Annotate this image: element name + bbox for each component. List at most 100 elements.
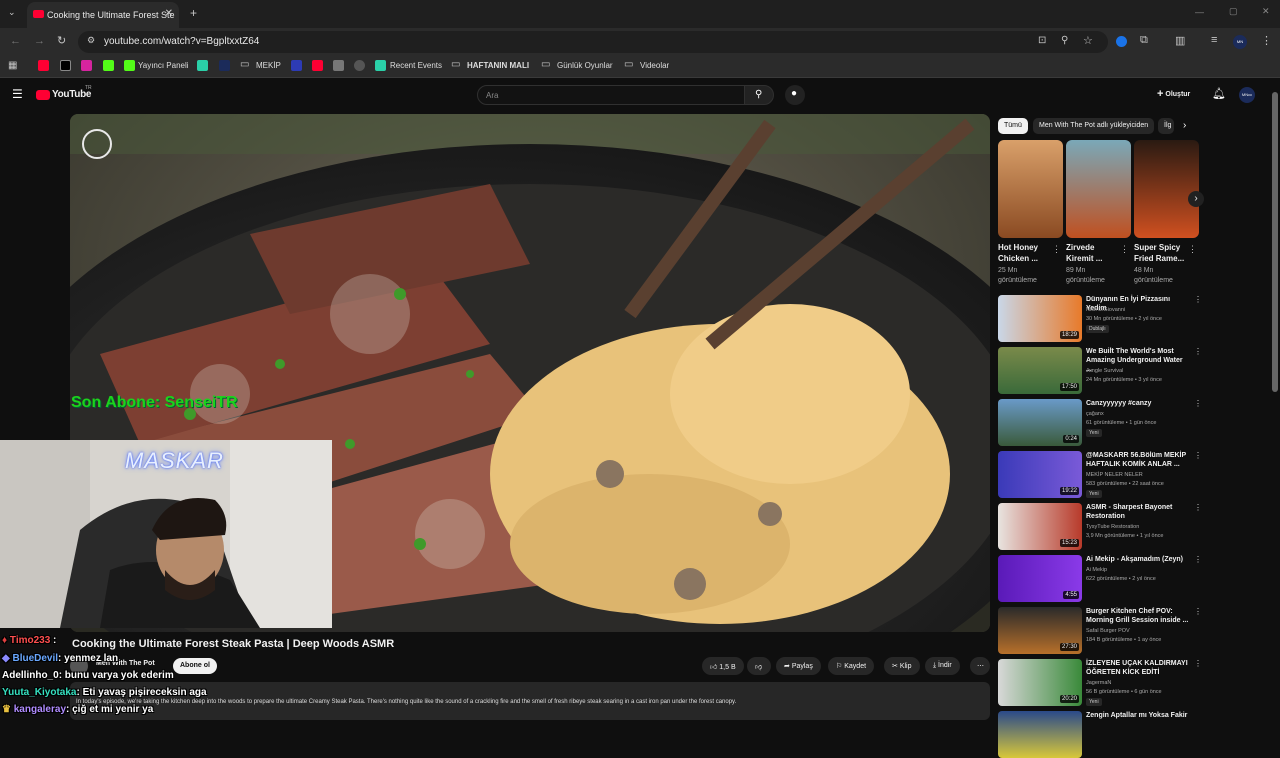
more-actions-button[interactable]: ⋯ (970, 657, 990, 675)
close-window-icon[interactable]: ✕ (1262, 6, 1270, 17)
chip-related[interactable]: İlg (1158, 118, 1174, 134)
create-button[interactable]: + Oluştur (1157, 88, 1190, 100)
bookmark-videolar[interactable]: Videolar (640, 61, 669, 70)
more-options-icon[interactable]: ⋮ (1120, 244, 1129, 255)
bookmark-icon-b[interactable] (219, 60, 230, 71)
channel-name[interactable]: Ai Mekip (1086, 567, 1107, 573)
bookmark-star-icon[interactable]: ☆ (1083, 34, 1093, 47)
recommended-video[interactable]: 0:24 Canzyyyyyy #canzy çağanx 61 görüntü… (998, 399, 1203, 447)
video-title[interactable]: İZLEYENE UÇAK KALDIRMAYI ÖĞRETEN KİCK ED… (1086, 659, 1190, 677)
more-options-icon[interactable]: ⋮ (1052, 244, 1061, 255)
x-bookmark-icon[interactable] (60, 60, 71, 71)
like-button[interactable]: 👍︎ 1,5 B (702, 657, 744, 675)
channel-name[interactable]: Jungle Survival (1086, 368, 1123, 374)
recommended-video[interactable]: 4:55 Ai Mekip - Akşamadım (Zeyn) Ai Meki… (998, 555, 1203, 603)
minimize-icon[interactable]: — (1195, 7, 1204, 17)
youtube-bookmark-icon[interactable] (38, 60, 49, 71)
search-button[interactable]: ⚲ (744, 85, 774, 105)
video-title[interactable]: @MASKARR 56.Bölüm MEKİP HAFTALIK KOMİK A… (1086, 451, 1190, 469)
hamburger-menu-icon[interactable]: ☰ (12, 87, 23, 101)
bookmark-icon-f[interactable] (354, 60, 365, 71)
install-icon[interactable]: ⊡ (1038, 35, 1046, 46)
reading-list-icon[interactable]: ≡ (1211, 34, 1217, 46)
bookmark-haftanin-mali[interactable]: HAFTANIN MALI (467, 61, 529, 70)
video-title[interactable]: Canzyyyyyy #canzy (1086, 399, 1190, 408)
sidepanel-icon[interactable]: ▥ (1175, 34, 1185, 47)
more-options-icon[interactable]: ⋮ (1194, 347, 1202, 356)
video-title[interactable]: Zengin Aptallar mı Yoksa Fakir (1086, 711, 1190, 720)
video-title[interactable]: ASMR - Sharpest Bayonet Restoration (1086, 503, 1190, 521)
bookmark-icon-c[interactable] (291, 60, 302, 71)
channel-name[interactable]: Nick DiGiovanni (1086, 307, 1125, 313)
chevron-right-icon[interactable]: › (1183, 120, 1186, 131)
short-thumbnail[interactable] (1134, 140, 1199, 238)
video-thumbnail[interactable] (998, 711, 1082, 758)
maximize-icon[interactable]: ▢ (1229, 6, 1238, 17)
video-thumbnail[interactable]: 18:29 (998, 295, 1082, 342)
chip-from-uploader[interactable]: Men With The Pot adlı yükleyiciden (1033, 118, 1155, 134)
page-scrollbar[interactable] (1272, 92, 1278, 392)
back-icon[interactable]: ← (10, 35, 21, 47)
notifications-bell-icon[interactable]: 🔔︎ (1212, 87, 1226, 100)
save-button[interactable]: ⚐ Kaydet (828, 657, 875, 675)
video-title[interactable]: Burger Kitchen Chef POV: Morning Grill S… (1086, 607, 1190, 625)
short-title[interactable]: Zirvede Kiremit ... (1066, 242, 1118, 264)
extension-icon[interactable] (1116, 36, 1127, 47)
video-thumbnail[interactable]: 4:55 (998, 555, 1082, 602)
bookmark-icon-a[interactable] (197, 60, 208, 71)
more-options-icon[interactable]: ⋮ (1194, 607, 1202, 616)
browser-menu-icon[interactable]: ⋮ (1261, 34, 1272, 47)
search-input[interactable]: Ara (477, 85, 745, 105)
recommended-video[interactable]: 27:30 Burger Kitchen Chef POV: Morning G… (998, 607, 1203, 655)
video-thumbnail[interactable]: 17:50 (998, 347, 1082, 394)
video-thumbnail[interactable]: 19:22 (998, 451, 1082, 498)
youtube-logo-icon[interactable] (36, 90, 50, 100)
channel-name[interactable]: Safal Burger POV (1086, 628, 1130, 634)
short-thumbnail[interactable] (998, 140, 1063, 238)
more-options-icon[interactable]: ⋮ (1194, 555, 1202, 564)
clip-button[interactable]: ✂ Klip (884, 657, 920, 675)
browser-tab[interactable]: Cooking the Ultimate Forest Ste ✕ (27, 2, 179, 28)
video-thumbnail[interactable]: 20:20 (998, 659, 1082, 706)
shorts-next-button[interactable]: › (1188, 191, 1204, 207)
channel-name[interactable]: TysyTube Restoration (1086, 524, 1139, 530)
recommended-video[interactable]: 20:20 İZLEYENE UÇAK KALDIRMAYI ÖĞRETEN K… (998, 659, 1203, 707)
recommended-video[interactable]: 19:22 @MASKARR 56.Bölüm MEKİP HAFTALIK K… (998, 451, 1203, 499)
forward-icon[interactable]: → (34, 35, 45, 47)
chip-all[interactable]: Tümü (998, 118, 1028, 134)
reload-icon[interactable]: ↻ (57, 34, 66, 47)
voice-search-button[interactable]: ● (785, 85, 805, 105)
bookmark-recent-events[interactable]: Recent Events (390, 61, 442, 70)
bookmark-icon-d[interactable] (312, 60, 323, 71)
recommended-video[interactable]: 17:50 We Built The World's Most Amazing … (998, 347, 1203, 395)
bookmark-icon-e[interactable] (333, 60, 344, 71)
download-button[interactable]: ⤓ İndir (925, 657, 960, 675)
channel-name[interactable]: MEKİP NELER NELER (1086, 472, 1143, 478)
account-avatar[interactable]: MNcc (1239, 87, 1255, 103)
address-bar[interactable]: ⚙ youtube.com/watch?v=BgpltxxtZ64 ⊡ ⚲ ☆ (78, 31, 1108, 53)
recommended-video[interactable]: 15:23 ASMR - Sharpest Bayonet Restoratio… (998, 503, 1203, 551)
video-thumbnail[interactable]: 27:30 (998, 607, 1082, 654)
bookmark-mekip[interactable]: MEKİP (256, 61, 281, 70)
site-info-icon[interactable]: ⚙ (87, 35, 95, 46)
video-title[interactable]: Ai Mekip - Akşamadım (Zeyn) (1086, 555, 1190, 564)
instagram-bookmark-icon[interactable] (81, 60, 92, 71)
more-options-icon[interactable]: ⋮ (1194, 295, 1202, 304)
dislike-button[interactable]: 👎︎ (747, 657, 771, 675)
short-title[interactable]: Hot Honey Chicken ... (998, 242, 1050, 264)
kick-bookmark-icon[interactable] (103, 60, 114, 71)
profile-avatar[interactable]: MN (1233, 35, 1247, 49)
share-button[interactable]: ➦ Paylaş (776, 657, 821, 675)
channel-name[interactable]: JagermaN (1086, 680, 1111, 686)
apps-grid-icon[interactable]: ▦ (8, 60, 17, 71)
more-options-icon[interactable]: ⋮ (1194, 659, 1202, 668)
new-tab-icon[interactable]: + (190, 6, 197, 20)
video-thumbnail[interactable]: 0:24 (998, 399, 1082, 446)
more-options-icon[interactable]: ⋮ (1194, 399, 1202, 408)
close-tab-icon[interactable]: ✕ (165, 8, 173, 19)
tab-list-icon[interactable]: ⌄ (8, 7, 16, 18)
more-options-icon[interactable]: ⋮ (1188, 244, 1197, 255)
bookmark-yayinci-paneli[interactable]: Yayıncı Paneli (138, 61, 189, 70)
zoom-icon[interactable]: ⚲ (1061, 35, 1068, 46)
short-title[interactable]: Super Spicy Fried Rame... (1134, 242, 1186, 264)
